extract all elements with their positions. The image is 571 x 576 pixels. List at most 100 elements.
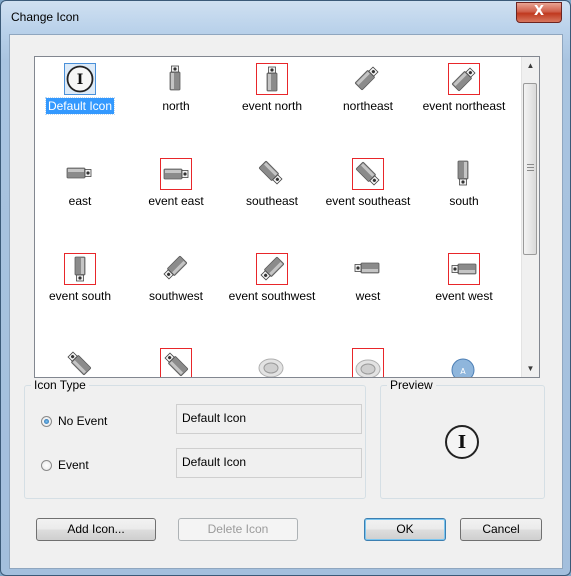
icon-label: northeast — [324, 99, 412, 113]
preview-glyph: I — [458, 432, 466, 453]
icon-label: southwest — [132, 289, 220, 303]
dialog-title: Change Icon — [11, 10, 80, 24]
event-label: Event — [58, 458, 89, 472]
icon-label-text: event west — [435, 289, 493, 303]
radio-unchecked-icon[interactable] — [41, 460, 52, 471]
dialog-body: I Default Icon north event north northeast ev… — [9, 34, 563, 569]
icon-label-text: event south — [48, 289, 112, 303]
preview-title: Preview — [387, 378, 436, 392]
icon-list-item[interactable]: event west — [420, 247, 508, 337]
icon-label-text: event southwest — [228, 289, 316, 303]
close-button[interactable]: X — [516, 2, 562, 23]
delete-icon-button[interactable]: Delete Icon — [178, 518, 298, 541]
icon-type-group: Icon Type No Event Default Icon Event De… — [24, 378, 366, 499]
icon-list-item[interactable]: southeast — [228, 152, 316, 242]
vertical-scrollbar[interactable]: ▲ ▼ — [521, 57, 539, 377]
icon-list-item[interactable] — [228, 342, 316, 377]
icon-label: event southwest — [228, 289, 316, 303]
camera-north-icon — [256, 63, 288, 95]
icon-list-item[interactable]: I Default Icon — [36, 57, 124, 147]
icon-list-item[interactable]: east — [36, 152, 124, 242]
title-bar[interactable]: Change Icon X — [1, 1, 570, 35]
camera-southeast-icon — [352, 158, 384, 190]
icon-label-text: north — [162, 99, 190, 113]
icon-list-item[interactable]: northeast — [324, 57, 412, 147]
icon-list-item[interactable]: event east — [132, 152, 220, 242]
icon-label: event east — [132, 194, 220, 208]
icon-label: Default Icon — [36, 97, 124, 115]
no-event-radio[interactable]: No Event — [41, 414, 107, 428]
icon-label: north — [132, 99, 220, 113]
icon-type-title: Icon Type — [31, 378, 89, 392]
icon-label: southeast — [228, 194, 316, 208]
svg-text:I: I — [77, 72, 84, 88]
camera-northwest-icon — [64, 348, 96, 377]
icon-list-item[interactable] — [36, 342, 124, 377]
camera-east-icon — [160, 158, 192, 190]
icon-label: event north — [228, 99, 316, 113]
icon-label-text: west — [355, 289, 381, 303]
icon-list-item[interactable]: north — [132, 57, 220, 147]
icon-list-item[interactable]: event southeast — [324, 152, 412, 242]
dome-camera-icon — [256, 348, 288, 377]
dome-camera-icon — [352, 348, 384, 377]
icon-list-item[interactable]: event south — [36, 247, 124, 337]
icon-label: west — [324, 289, 412, 303]
camera-west-icon — [352, 253, 384, 285]
icon-label-text: northeast — [342, 99, 394, 113]
radio-checked-icon[interactable] — [41, 416, 52, 427]
no-event-icon-field: Default Icon — [176, 404, 362, 434]
icon-list-item[interactable]: event southwest — [228, 247, 316, 337]
camera-southwest-icon — [160, 253, 192, 285]
grip-line — [527, 170, 534, 171]
scroll-up-arrow-icon[interactable]: ▲ — [522, 57, 539, 74]
icon-list-item[interactable]: south — [420, 152, 508, 242]
ok-button[interactable]: OK — [364, 518, 446, 541]
icon-label-text: event north — [241, 99, 303, 113]
preview-info-icon: I — [445, 425, 479, 459]
icon-list-item[interactable] — [324, 342, 412, 377]
camera-northeast-icon — [352, 63, 384, 95]
icon-list-item[interactable]: A — [420, 342, 508, 377]
cancel-button[interactable]: Cancel — [460, 518, 542, 541]
grip-line — [527, 164, 534, 165]
icon-list-item[interactable]: west — [324, 247, 412, 337]
scroll-down-arrow-icon[interactable]: ▼ — [522, 360, 539, 377]
icon-label-text: Default Icon — [44, 97, 116, 115]
event-icon-field: Default Icon — [176, 448, 362, 478]
icon-label: event southeast — [324, 194, 412, 208]
grip-line — [527, 167, 534, 168]
camera-north-icon — [160, 63, 192, 95]
camera-south-icon — [448, 158, 480, 190]
camera-southwest-icon — [256, 253, 288, 285]
preview-group: Preview I — [380, 378, 545, 499]
icon-label: event west — [420, 289, 508, 303]
camera-south-icon — [64, 253, 96, 285]
camera-east-icon — [64, 158, 96, 190]
svg-text:A: A — [460, 367, 466, 376]
icon-label-text: east — [68, 194, 92, 208]
icon-list-item[interactable]: event northeast — [420, 57, 508, 147]
icon-label: east — [36, 194, 124, 208]
icon-label: event south — [36, 289, 124, 303]
camera-west-icon — [448, 253, 480, 285]
default-info-icon: I — [64, 63, 96, 95]
icon-label: event northeast — [420, 99, 508, 113]
icon-label-text: southeast — [245, 194, 299, 208]
icon-list-item[interactable] — [132, 342, 220, 377]
event-radio[interactable]: Event — [41, 458, 89, 472]
ptz-camera-icon: A — [448, 348, 480, 377]
camera-southeast-icon — [256, 158, 288, 190]
no-event-label: No Event — [58, 414, 108, 428]
icon-label-text: event southeast — [325, 194, 411, 208]
icon-list-item[interactable]: southwest — [132, 247, 220, 337]
icon-list[interactable]: I Default Icon north event north northeast ev… — [34, 56, 540, 378]
icon-label: south — [420, 194, 508, 208]
camera-northeast-icon — [448, 63, 480, 95]
add-icon-button[interactable]: Add Icon... — [36, 518, 156, 541]
icon-label-text: southwest — [148, 289, 204, 303]
camera-northwest-icon — [160, 348, 192, 377]
change-icon-dialog: Change Icon X I Default Icon north event no… — [0, 0, 571, 576]
scroll-thumb[interactable] — [523, 83, 537, 255]
icon-list-item[interactable]: event north — [228, 57, 316, 147]
